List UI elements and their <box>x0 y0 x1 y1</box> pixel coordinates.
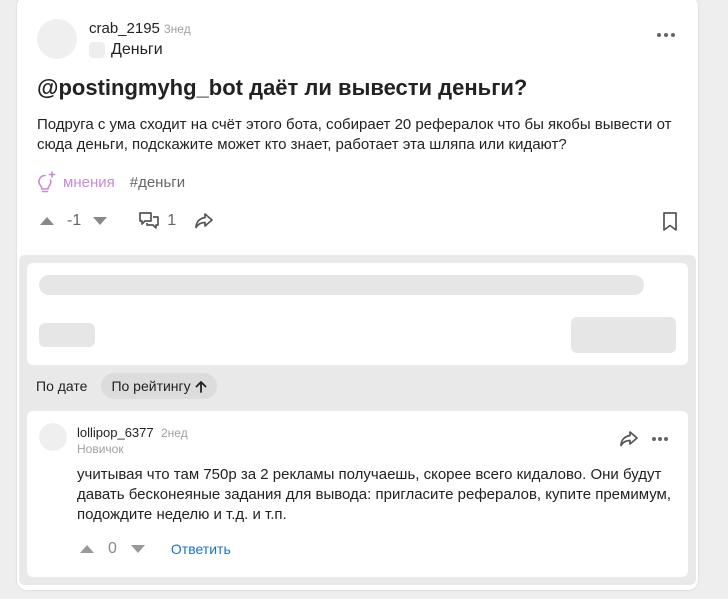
comment-actions: 0 Ответить <box>77 538 231 560</box>
composer-tool-placeholder <box>39 323 95 347</box>
comments-icon <box>139 212 160 229</box>
comment-downvote-icon[interactable] <box>128 539 148 559</box>
arrow-up-icon <box>195 380 207 393</box>
more-options-icon[interactable] <box>657 30 675 40</box>
comments-button[interactable]: 1 <box>138 211 176 231</box>
post-score: -1 <box>67 212 82 229</box>
comment-time: 2нед <box>161 426 188 440</box>
post-card: crab_2195 3нед Деньги @postingmyhg_bot д… <box>17 0 698 590</box>
composer-input-placeholder[interactable] <box>39 275 644 295</box>
post-body: Подруга с ума сходит на счёт этого бота,… <box>37 116 672 153</box>
tag-opinions-label: мнения <box>63 173 115 191</box>
sort-by-date[interactable]: По дате <box>36 378 87 394</box>
downvote-icon[interactable] <box>90 211 110 231</box>
share-icon[interactable] <box>194 212 214 230</box>
community-link[interactable]: Деньги <box>89 41 163 59</box>
post-actions: -1 1 <box>37 209 214 233</box>
commenter-avatar[interactable] <box>39 423 67 451</box>
post-time: 3нед <box>164 22 191 36</box>
community-name: Деньги <box>111 41 163 58</box>
upvote-icon[interactable] <box>37 211 57 231</box>
reply-button[interactable]: Ответить <box>171 541 231 557</box>
tag-opinions[interactable]: мнения <box>37 171 115 193</box>
sort-by-rating-label: По рейтингу <box>111 378 191 394</box>
lightbulb-icon <box>38 171 56 193</box>
author-avatar[interactable] <box>37 19 77 59</box>
comment-text: учитывая что там 750р за 2 рекламы получ… <box>77 466 672 523</box>
community-icon <box>89 42 105 58</box>
sort-by-rating[interactable]: По рейтингу <box>101 373 217 399</box>
comment-item: lollipop_6377 2нед Новичок учитывая что … <box>27 411 688 577</box>
comment-author-rank: Новичок <box>77 442 124 456</box>
comment-more-icon[interactable] <box>652 436 668 442</box>
comment-author[interactable]: lollipop_6377 <box>77 425 154 440</box>
post-tags: мнения #деньги <box>37 171 185 193</box>
comment-score: 0 <box>108 540 117 557</box>
comment-share-icon[interactable] <box>619 430 639 453</box>
composer-submit-placeholder <box>571 317 676 353</box>
comment-count: 1 <box>167 212 177 229</box>
tag-money[interactable]: #деньги <box>130 174 185 191</box>
post-title[interactable]: @postingmyhg_bot даёт ли вывести деньги? <box>37 75 527 101</box>
comments-section: По дате По рейтингу lollipop_6377 2нед Н… <box>19 255 696 585</box>
comment-sort: По дате По рейтингу <box>36 373 217 399</box>
comment-upvote-icon[interactable] <box>77 539 97 559</box>
bookmark-icon[interactable] <box>662 212 678 236</box>
post-author[interactable]: crab_2195 <box>89 20 160 37</box>
comment-composer[interactable] <box>27 263 688 365</box>
